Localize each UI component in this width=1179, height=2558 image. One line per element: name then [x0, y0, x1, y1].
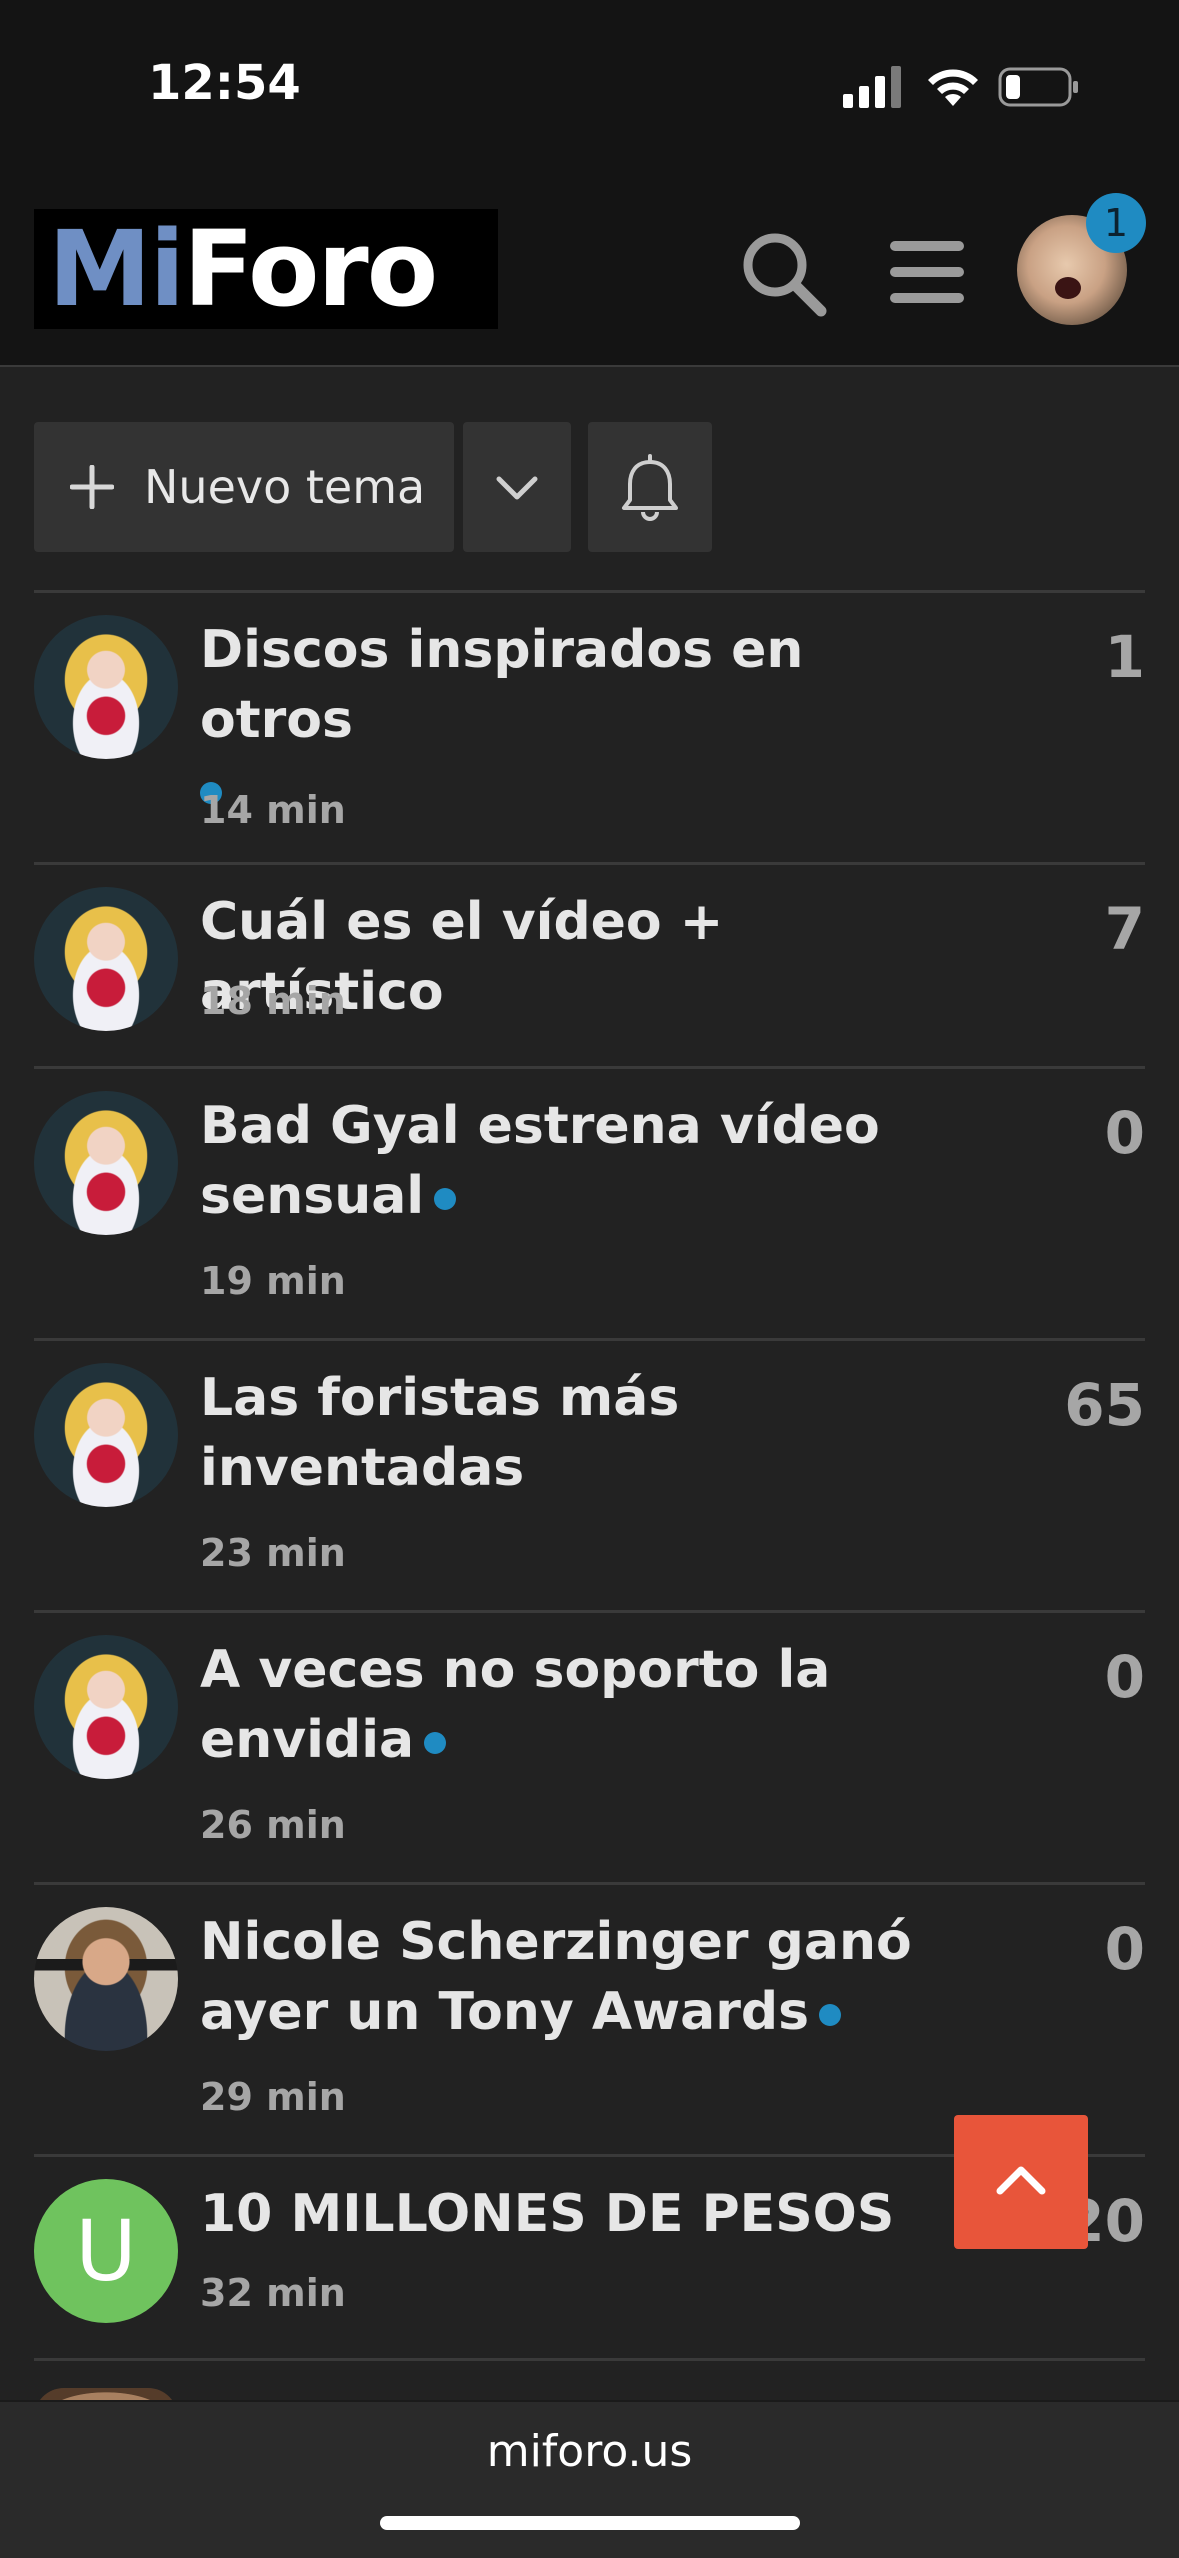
search-icon[interactable]: [735, 225, 831, 321]
scroll-to-top-button[interactable]: [954, 2115, 1088, 2249]
browser-bottom-bar: miforo.us: [0, 2400, 1179, 2558]
topic-author-avatar[interactable]: [34, 1363, 178, 1507]
topic-author-avatar[interactable]: [34, 887, 178, 1031]
topic-title[interactable]: Nicole Scherzinger ganó ayer un Tony Awa…: [200, 1907, 960, 2047]
topic-author-avatar[interactable]: [34, 1635, 178, 1779]
topic-time: 14 min: [200, 788, 346, 832]
topic-author-avatar[interactable]: [34, 1091, 178, 1235]
topic-reply-count: 0: [1104, 1915, 1145, 1983]
status-time: 12:54: [148, 55, 301, 111]
site-logo[interactable]: Mi Foro: [34, 209, 498, 329]
logo-text-foro: Foro: [183, 208, 438, 330]
topic-time: 23 min: [200, 1531, 346, 1575]
avatar-mouth: [1055, 277, 1081, 299]
unread-dot-icon: [819, 2004, 842, 2026]
topic-reply-count: 65: [1064, 1371, 1145, 1439]
topic-title-text[interactable]: A veces no soporto la envidia: [200, 1640, 830, 1770]
topic-title-text[interactable]: 10 MILLONES DE PESOS: [200, 2184, 894, 2244]
topic-author-avatar[interactable]: U: [34, 2179, 178, 2323]
hamburger-menu-icon[interactable]: [886, 231, 968, 313]
chevron-up-icon: [996, 2166, 1046, 2195]
topic-title-text[interactable]: Bad Gyal estrena vídeo sensual: [200, 1096, 880, 1226]
unread-dot-icon: [434, 1188, 457, 1210]
topic-title[interactable]: A veces no soporto la envidia: [200, 1635, 960, 1775]
unread-dot-icon: [424, 1732, 447, 1754]
logo-text-mi: Mi: [48, 208, 185, 330]
notification-badge[interactable]: 1: [1086, 193, 1146, 253]
cellular-signal-icon: [843, 66, 901, 108]
topic-time: 29 min: [200, 2075, 346, 2119]
topic-author-avatar[interactable]: [34, 615, 178, 759]
topic-row[interactable]: Bad Gyal estrena vídeo sensual 19 min 0: [34, 1066, 1145, 1339]
notifications-button[interactable]: [588, 422, 712, 552]
chevron-down-icon: [496, 476, 538, 500]
topic-title-text[interactable]: Las foristas más inventadas: [200, 1368, 679, 1498]
topic-row-divider: [34, 2358, 1145, 2401]
bell-icon: [622, 454, 678, 521]
topic-time: 32 min: [200, 2271, 346, 2315]
topic-reply-count: 7: [1104, 895, 1145, 963]
battery-icon: [998, 67, 1078, 107]
topic-title[interactable]: 10 MILLONES DE PESOS: [200, 2179, 960, 2249]
topic-reply-count: 0: [1104, 1099, 1145, 1167]
plus-icon: [70, 465, 114, 509]
topic-time: 18 min: [200, 979, 346, 1023]
wifi-icon: [928, 69, 978, 106]
new-topic-dropdown-button[interactable]: [463, 422, 571, 552]
topic-title[interactable]: Las foristas más inventadas: [200, 1363, 960, 1503]
topic-title[interactable]: Bad Gyal estrena vídeo sensual: [200, 1091, 960, 1231]
topic-title-text[interactable]: Discos inspirados en otros: [200, 620, 803, 750]
topic-title-text[interactable]: Nicole Scherzinger ganó ayer un Tony Awa…: [200, 1912, 912, 2042]
status-bar: 12:54: [0, 0, 1179, 175]
topic-reply-count: 0: [1104, 1643, 1145, 1711]
topic-row[interactable]: Las foristas más inventadas 23 min 65: [34, 1338, 1145, 1611]
topic-row[interactable]: Cuál es el vídeo + artístico 18 min 7: [34, 862, 1145, 1067]
topic-reply-count: 1: [1104, 623, 1145, 691]
topic-author-avatar[interactable]: [34, 1907, 178, 2051]
home-indicator[interactable]: [380, 2516, 800, 2530]
topic-row[interactable]: A veces no soporto la envidia 26 min 0: [34, 1610, 1145, 1883]
topic-time: 26 min: [200, 1803, 346, 1847]
topic-time: 19 min: [200, 1259, 346, 1303]
site-header: Mi Foro: [0, 175, 1179, 367]
topic-row[interactable]: Discos inspirados en otros 14 min 1: [34, 590, 1145, 863]
new-topic-label: Nuevo tema: [144, 460, 426, 514]
browser-url[interactable]: miforo.us: [0, 2426, 1179, 2477]
new-topic-button[interactable]: Nuevo tema: [34, 422, 454, 552]
